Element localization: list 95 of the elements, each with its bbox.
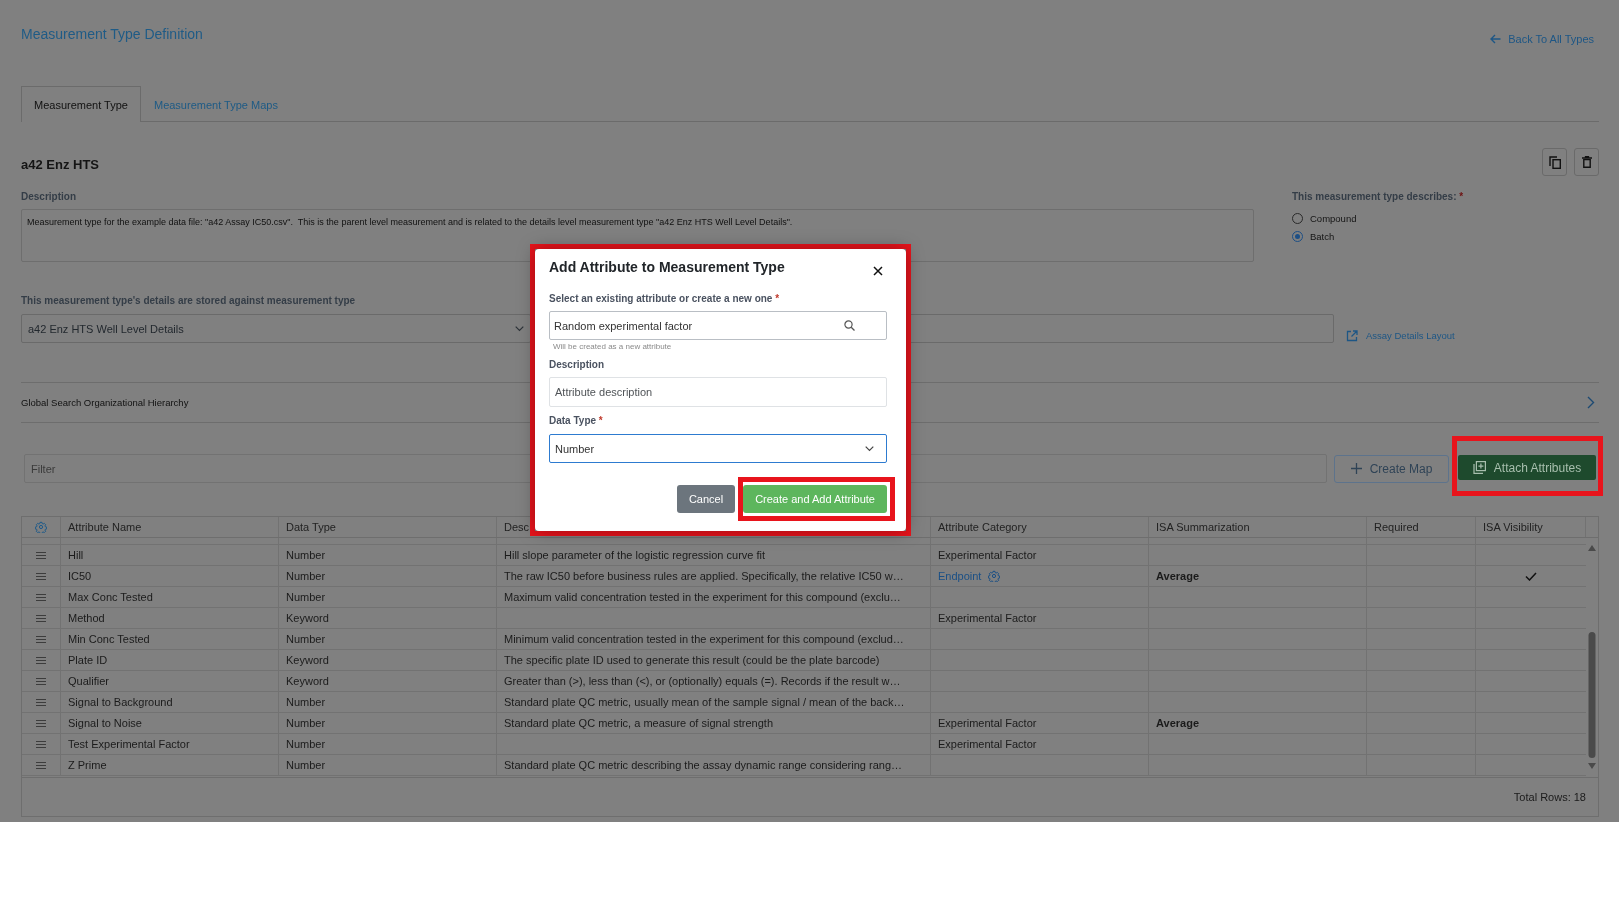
drag-handle-icon[interactable] xyxy=(36,719,46,727)
table-cell: Keyword xyxy=(279,608,497,628)
search-icon xyxy=(844,320,855,331)
field-hint: Will be created as a new attribute xyxy=(552,342,672,352)
table-cell: Min Conc Tested xyxy=(61,629,279,649)
plus-icon xyxy=(1350,463,1362,474)
table-cell: Number xyxy=(279,566,497,586)
table-cell: Standard plate QC metric, usually mean of the sample signal / mean of the back… xyxy=(497,692,931,712)
settings-icon[interactable] xyxy=(35,521,47,533)
column-header: Required xyxy=(1367,517,1476,537)
table-cell: Signal to Background xyxy=(61,692,279,712)
table-cell: IC50 xyxy=(61,566,279,586)
table-cell: Number xyxy=(279,692,497,712)
table-cell: Method xyxy=(61,608,279,628)
delete-button[interactable] xyxy=(1574,148,1599,176)
copy-icon xyxy=(1548,155,1561,169)
table-cell: The raw IC50 before business rules are applied. Specifically, the relative IC50 w… xyxy=(497,566,931,586)
table-cell: Hill xyxy=(61,545,279,565)
table-cell: Number xyxy=(279,713,497,733)
field-label: Description xyxy=(549,359,604,371)
add-stack-icon xyxy=(1472,461,1486,474)
table-cell: Minimum valid concentration tested in the experiment for this compound (exclud… xyxy=(497,629,931,649)
drag-handle-icon[interactable] xyxy=(36,551,46,559)
chevron-right-icon[interactable] xyxy=(1587,396,1595,409)
close-button[interactable] xyxy=(871,264,885,278)
table-cell: Experimental Factor xyxy=(931,608,1149,628)
column-header: Attribute Name xyxy=(61,517,279,537)
drag-handle-icon[interactable] xyxy=(36,593,46,601)
trash-icon xyxy=(1581,156,1592,168)
table-cell: Qualifier xyxy=(61,671,279,691)
column-header: ISA Summarization xyxy=(1149,517,1367,537)
radio-label: Compound xyxy=(1310,212,1357,224)
category-link[interactable]: Endpoint xyxy=(938,566,982,586)
table-cell: Maximum valid concentration tested in the experiment for this compound (exclu… xyxy=(497,587,931,607)
layout-link[interactable]: Assay Details Layout xyxy=(1366,330,1455,341)
copy-button[interactable] xyxy=(1542,148,1567,176)
section-label: Global Search Organizational Hierarchy xyxy=(21,397,189,408)
table-cell: Average xyxy=(1149,566,1367,586)
table-cell: Experimental Factor xyxy=(931,734,1149,754)
field-label: Description xyxy=(21,191,76,203)
measurement-type-name: a42 Enz HTS xyxy=(21,156,100,172)
drag-handle-icon[interactable] xyxy=(36,677,46,685)
table-cell: Experimental Factor xyxy=(931,713,1149,733)
table-cell: The specific plate ID used to generate this result (could be the plate barcode) xyxy=(497,650,931,670)
table-cell: Keyword xyxy=(279,650,497,670)
table-cell: Z Prime xyxy=(61,755,279,775)
table-cell: Signal to Noise xyxy=(61,713,279,733)
column-header: Attribute Category xyxy=(931,517,1149,537)
chevron-down-icon xyxy=(515,325,524,332)
external-link-icon xyxy=(1346,329,1358,342)
total-rows: Total Rows: 18 xyxy=(1513,791,1586,803)
page-title: Measurement Type Definition xyxy=(21,25,203,44)
table-cell: Number xyxy=(279,755,497,775)
table-cell: Average xyxy=(1149,713,1367,733)
tab[interactable]: Measurement Type xyxy=(21,86,141,122)
table-cell: Keyword xyxy=(279,671,497,691)
text-field[interactable]: Attribute description xyxy=(549,377,887,407)
table-cell: Number xyxy=(279,629,497,649)
close-icon xyxy=(873,266,883,276)
arrow-left-icon xyxy=(1490,34,1502,44)
field-label: Data Type * xyxy=(549,415,603,427)
create-map-button[interactable]: Create Map xyxy=(1334,454,1449,483)
table-cell: Hill slope parameter of the logistic regression curve fit xyxy=(497,545,931,565)
table-cell: Standard plate QC metric describing the assay dynamic range considering rang… xyxy=(497,755,931,775)
table-cell: Number xyxy=(279,734,497,754)
drag-handle-icon[interactable] xyxy=(36,635,46,643)
drag-handle-icon[interactable] xyxy=(36,698,46,706)
table-cell: Number xyxy=(279,587,497,607)
table-cell: Test Experimental Factor xyxy=(61,734,279,754)
chevron-down-icon xyxy=(865,445,874,452)
settings-icon[interactable] xyxy=(988,570,1001,582)
drag-handle-icon[interactable] xyxy=(36,740,46,748)
dropdown-field[interactable]: a42 Enz HTS Well Level Details xyxy=(21,314,531,343)
dropdown-field[interactable]: Number xyxy=(549,434,887,463)
table-cell: Experimental Factor xyxy=(931,545,1149,565)
table-cell: Standard plate QC metric, a measure of signal strength xyxy=(497,713,931,733)
table-cell: Max Conc Tested xyxy=(61,587,279,607)
attach-attributes-button[interactable]: Attach Attributes xyxy=(1458,455,1596,480)
table-cell: Greater than (>), less than (<), or (optionally) equals (=). Records if the result w… xyxy=(497,671,931,691)
drag-handle-icon[interactable] xyxy=(36,614,46,622)
drag-handle-icon[interactable] xyxy=(36,656,46,664)
search-field[interactable]: Random experimental factor xyxy=(549,311,887,340)
create-button[interactable]: Create and Add Attribute xyxy=(743,485,887,513)
table-cell: Plate ID xyxy=(61,650,279,670)
field-label: This measurement type describes: * xyxy=(1292,191,1464,203)
column-header: Data Type xyxy=(279,517,497,537)
back-link[interactable]: Back To All Types xyxy=(1490,33,1594,45)
table-cell: Number xyxy=(279,545,497,565)
field-label: This measurement type's details are stored against measurement type xyxy=(21,295,356,307)
column-header: ISA Visibility xyxy=(1476,517,1586,537)
drag-handle-icon[interactable] xyxy=(36,572,46,580)
radio-label: Batch xyxy=(1310,230,1335,242)
cancel-button[interactable]: Cancel xyxy=(676,485,736,513)
field-label: Select an existing attribute or create a new one * xyxy=(549,293,780,305)
drag-handle-icon[interactable] xyxy=(36,761,46,769)
